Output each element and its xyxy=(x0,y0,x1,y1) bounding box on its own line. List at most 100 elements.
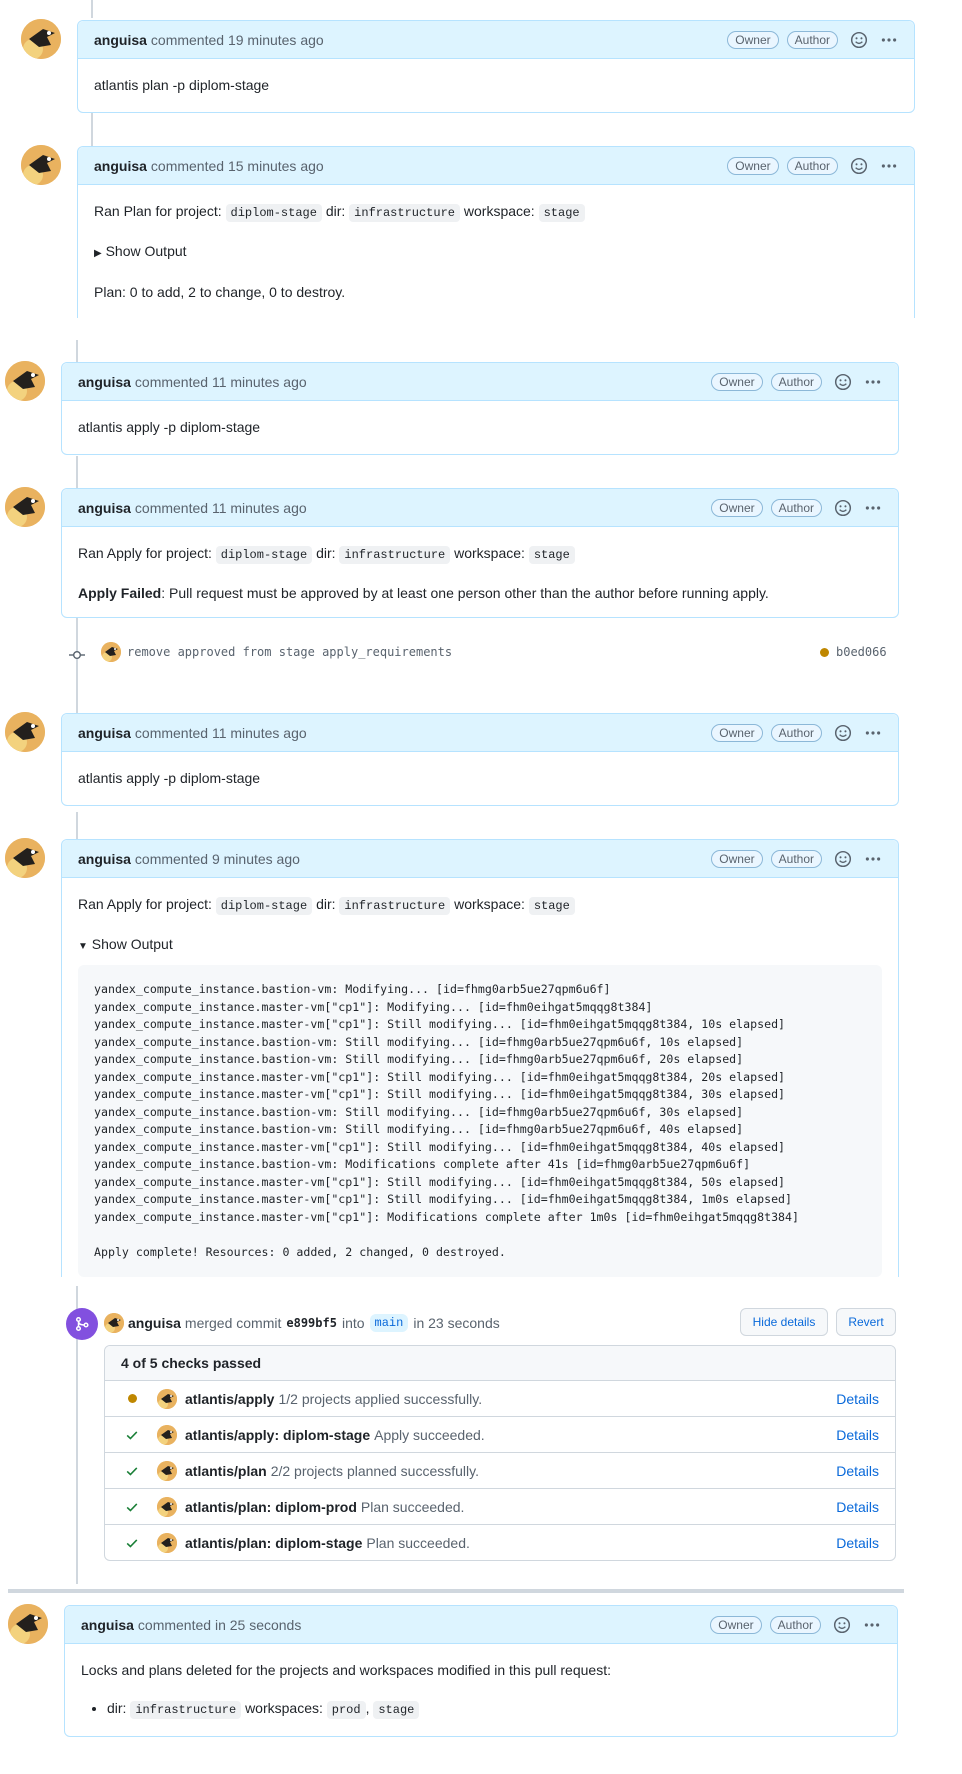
kebab-menu-icon[interactable] xyxy=(880,31,898,49)
comment-header: anguisa commented 11 minutes ago Owner A… xyxy=(62,489,898,527)
checks-summary: 4 of 5 checks passed xyxy=(105,1346,895,1381)
comment-author[interactable]: anguisa xyxy=(78,851,131,867)
comment-author[interactable]: anguisa xyxy=(94,158,147,174)
details-link[interactable]: Details xyxy=(836,1463,879,1479)
details-link[interactable]: Details xyxy=(836,1427,879,1443)
avatar[interactable] xyxy=(8,1604,48,1644)
comment-action: commented xyxy=(150,31,225,48)
avatar[interactable] xyxy=(104,1313,124,1333)
check-description: Plan succeeded. xyxy=(360,1498,465,1515)
check-name: atlantis/plan: diplom-stage xyxy=(185,1535,363,1551)
comment-timestamp[interactable]: 11 minutes ago xyxy=(212,500,307,516)
comment-author[interactable]: anguisa xyxy=(78,374,131,390)
project-code: diplom-stage xyxy=(225,204,322,222)
kebab-menu-icon[interactable] xyxy=(864,373,882,391)
dir-code: infrastructure xyxy=(130,1701,242,1719)
revert-button[interactable]: Revert xyxy=(836,1308,896,1336)
caret-down-icon: ▼ xyxy=(78,941,88,952)
comment-author[interactable]: anguisa xyxy=(78,500,131,516)
check-row: atlantis/apply: diplom-stage Apply succe… xyxy=(105,1417,895,1453)
comment-header: anguisa commented 19 minutes ago Owner A… xyxy=(78,21,914,59)
pending-status-dot[interactable] xyxy=(820,647,829,657)
commit-row: remove approved from stage apply_require… xyxy=(101,642,452,662)
emoji-reaction-icon[interactable] xyxy=(850,31,868,49)
comment-timestamp[interactable]: 15 minutes ago xyxy=(228,158,324,174)
avatar[interactable] xyxy=(5,361,45,401)
project-code: diplom-stage xyxy=(215,897,313,915)
commit-icon xyxy=(69,647,85,663)
emoji-reaction-icon[interactable] xyxy=(833,1616,851,1634)
avatar[interactable] xyxy=(5,487,45,527)
kebab-menu-icon[interactable] xyxy=(880,157,898,175)
merge-sha[interactable]: e899bf5 xyxy=(286,1316,337,1330)
comment-text: atlantis apply -p diplom-stage xyxy=(78,770,261,786)
check-row: atlantis/plan: diplom-prod Plan succeede… xyxy=(105,1489,895,1525)
details-link[interactable]: Details xyxy=(836,1535,879,1551)
comment-action: commented xyxy=(150,157,225,174)
show-output-toggle[interactable]: ▼ Show Output xyxy=(78,934,882,957)
comment-timestamp[interactable]: 11 minutes ago xyxy=(212,725,307,741)
merge-author[interactable]: anguisa xyxy=(128,1315,181,1331)
merge-time[interactable]: in 23 seconds xyxy=(413,1315,499,1331)
avatar[interactable] xyxy=(5,838,45,878)
kebab-menu-icon[interactable] xyxy=(864,499,882,517)
branch-name[interactable]: main xyxy=(369,1314,409,1332)
check-icon xyxy=(121,1500,143,1514)
comment-author[interactable]: anguisa xyxy=(94,32,147,48)
merge-line: anguisa merged commit e899bf5 into main … xyxy=(104,1313,500,1333)
avatar xyxy=(157,1388,177,1409)
details-link[interactable]: Details xyxy=(836,1499,879,1515)
emoji-reaction-icon[interactable] xyxy=(834,499,852,517)
author-badge: Author xyxy=(769,1615,821,1634)
dir-code: infrastructure xyxy=(349,204,460,222)
comment-timestamp[interactable]: 9 minutes ago xyxy=(212,851,300,867)
project-code: diplom-stage xyxy=(215,546,313,564)
kebab-menu-icon[interactable] xyxy=(863,1616,881,1634)
comment-timestamp[interactable]: 19 minutes ago xyxy=(228,32,324,48)
dir-code: infrastructure xyxy=(339,546,451,564)
check-row: atlantis/apply 1/2 projects applied succ… xyxy=(105,1381,895,1417)
show-output-toggle[interactable]: ▶ Show Output xyxy=(94,241,898,264)
details-link[interactable]: Details xyxy=(836,1391,879,1407)
owner-badge: Owner xyxy=(727,30,779,49)
comment: anguisa commented 9 minutes ago Owner Au… xyxy=(61,839,899,1277)
apply-summary-line: Ran Apply for project: diplom-stage dir:… xyxy=(78,894,882,916)
avatar[interactable] xyxy=(101,642,121,662)
checks-panel: 4 of 5 checks passed atlantis/apply 1/2 … xyxy=(104,1345,896,1561)
commit-sha[interactable]: b0ed066 xyxy=(836,645,887,659)
avatar[interactable] xyxy=(21,19,61,59)
check-description: Plan succeeded. xyxy=(366,1535,470,1551)
comment-author[interactable]: anguisa xyxy=(81,1617,134,1633)
timeline-line xyxy=(76,618,78,720)
check-name: atlantis/apply xyxy=(185,1390,275,1407)
merge-into: into xyxy=(341,1315,365,1331)
comment-timestamp[interactable]: in 25 seconds xyxy=(215,1617,301,1633)
avatar xyxy=(157,1424,177,1445)
commit-message[interactable]: remove approved from stage apply_require… xyxy=(127,645,452,659)
emoji-reaction-icon[interactable] xyxy=(834,724,852,742)
timeline-line xyxy=(91,110,93,148)
author-badge: Author xyxy=(786,156,838,175)
kebab-menu-icon[interactable] xyxy=(864,724,882,742)
author-badge: Author xyxy=(786,30,838,49)
avatar[interactable] xyxy=(5,712,45,752)
comment-author[interactable]: anguisa xyxy=(78,725,131,741)
check-name: atlantis/plan xyxy=(185,1462,267,1479)
pending-status-dot xyxy=(121,1394,143,1403)
emoji-reaction-icon[interactable] xyxy=(850,157,868,175)
emoji-reaction-icon[interactable] xyxy=(834,850,852,868)
hide-details-button[interactable]: Hide details xyxy=(740,1308,828,1336)
comment-action: commented xyxy=(134,373,209,390)
commit-sha-group: b0ed066 xyxy=(820,645,887,659)
workspace-code: stage xyxy=(528,897,575,915)
avatar xyxy=(157,1533,177,1553)
comment-header: anguisa commented 15 minutes ago Owner A… xyxy=(78,147,914,185)
comment-timestamp[interactable]: 11 minutes ago xyxy=(212,374,307,390)
comment: anguisa commented 11 minutes ago Owner A… xyxy=(61,713,899,806)
emoji-reaction-icon[interactable] xyxy=(834,373,852,391)
check-row: atlantis/plan 2/2 projects planned succe… xyxy=(105,1453,895,1489)
comment-header: anguisa commented in 25 seconds Owner Au… xyxy=(65,1606,897,1644)
locks-list: dir: infrastructure workspaces: prod, st… xyxy=(81,1698,881,1720)
avatar[interactable] xyxy=(21,145,61,185)
kebab-menu-icon[interactable] xyxy=(864,850,882,868)
